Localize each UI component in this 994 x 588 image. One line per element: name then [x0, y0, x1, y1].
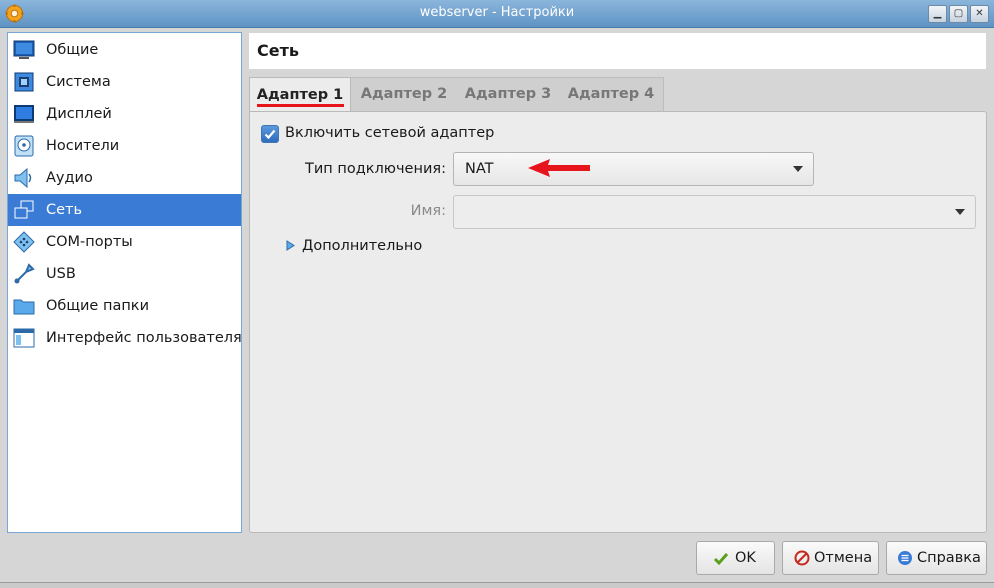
tab-label: Адаптер 4 [567, 86, 655, 102]
sidebar-item-com-ports[interactable]: COM-порты [8, 226, 241, 258]
tab-label: Адаптер 1 [256, 87, 344, 103]
tab-label: Адаптер 3 [464, 86, 552, 102]
cancel-button[interactable]: Отмена [782, 541, 879, 575]
sidebar-item-system[interactable]: Система [8, 66, 241, 98]
sidebar-item-shared-folders[interactable]: Общие папки [8, 290, 241, 322]
title-bar: webserver - Настройки ▁ ▢ ✕ [0, 0, 994, 28]
checkmark-icon [264, 129, 276, 140]
help-button-label: Справка [917, 550, 981, 566]
sidebar-item-user-interface[interactable]: Интерфейс пользователя [8, 322, 242, 354]
folder-icon [13, 299, 35, 315]
sidebar-item-label: Сеть [46, 202, 83, 218]
chip-icon [14, 72, 34, 92]
sidebar-item-label: Носители [46, 138, 120, 154]
maximize-icon: ▢ [953, 8, 964, 19]
ok-button-label: OK [735, 550, 756, 566]
checkmark-icon [713, 553, 729, 566]
sidebar-item-label: Дисплей [46, 106, 112, 122]
sidebar-item-usb[interactable]: USB [8, 258, 241, 290]
sidebar-item-label: Общие [46, 42, 99, 58]
red-arrow-annotation [528, 159, 590, 177]
tab-adapter-3[interactable]: Адаптер 3 [458, 77, 558, 111]
expand-triangle-icon[interactable] [286, 240, 295, 251]
attachment-type-label: Тип подключения: [305, 161, 446, 177]
settings-sidebar: Общие Система Дисплей Носители Аудио Сет… [7, 32, 242, 533]
enable-adapter-checkbox[interactable] [261, 125, 279, 143]
ok-button[interactable]: OK [696, 541, 775, 575]
window-bottom-edge [0, 582, 994, 588]
tab-adapter-1[interactable]: Адаптер 1 [249, 77, 351, 113]
maximize-button[interactable]: ▢ [949, 5, 968, 23]
sidebar-item-label: Аудио [46, 170, 93, 186]
attachment-type-value: NAT [465, 161, 494, 177]
minimize-icon: ▁ [933, 8, 942, 19]
tab-underline-annotation [257, 104, 344, 107]
serial-port-icon [13, 231, 35, 253]
minimize-button[interactable]: ▁ [928, 5, 947, 23]
cancel-button-label: Отмена [814, 550, 873, 566]
close-button[interactable]: ✕ [970, 5, 989, 23]
speaker-icon [14, 167, 32, 189]
page-header: Сеть [249, 33, 986, 69]
sidebar-item-label: Интерфейс пользователя [46, 330, 242, 346]
window-title: webserver - Настройки [419, 5, 575, 20]
help-icon [898, 551, 912, 565]
advanced-toggle[interactable]: Дополнительно [302, 238, 422, 254]
attachment-type-select[interactable]: NAT [453, 152, 814, 186]
sidebar-item-display[interactable]: Дисплей [8, 98, 241, 130]
chevron-down-icon [793, 166, 803, 172]
help-button[interactable]: Справка [886, 541, 987, 575]
page-title: Сеть [257, 41, 299, 60]
sidebar-item-label: COM-порты [46, 234, 133, 250]
sidebar-item-label: Общие папки [46, 298, 149, 314]
sidebar-item-network[interactable]: Сеть [8, 194, 241, 226]
enable-adapter-label[interactable]: Включить сетевой адаптер [285, 125, 494, 141]
chevron-down-icon [955, 209, 965, 215]
sidebar-item-general[interactable]: Общие [8, 34, 241, 66]
close-icon: ✕ [975, 8, 984, 19]
tab-adapter-2[interactable]: Адаптер 2 [354, 77, 454, 111]
usb-icon [14, 263, 35, 284]
tab-adapter-4[interactable]: Адаптер 4 [561, 77, 661, 111]
window-ui-icon [13, 328, 35, 348]
name-label: Имя: [410, 203, 446, 219]
cancel-icon [794, 550, 810, 566]
sidebar-item-label: Система [46, 74, 111, 90]
network-icon [14, 200, 34, 219]
disk-icon [14, 135, 34, 157]
sidebar-item-label: USB [46, 266, 76, 282]
display-icon [14, 105, 34, 123]
adapter-name-select[interactable] [453, 195, 976, 229]
tab-label: Адаптер 2 [360, 86, 448, 102]
sidebar-item-storage[interactable]: Носители [8, 130, 241, 162]
sidebar-item-audio[interactable]: Аудио [8, 162, 241, 194]
adapter-panel: Включить сетевой адаптер Тип подключения… [249, 111, 987, 533]
monitor-icon [13, 40, 35, 59]
